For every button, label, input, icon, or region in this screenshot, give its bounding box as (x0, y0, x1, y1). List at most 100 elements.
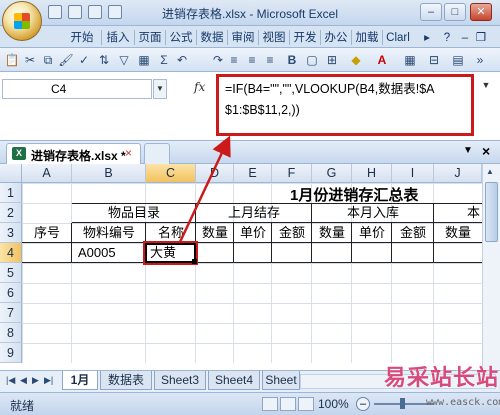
column-header-i[interactable]: I (392, 164, 434, 183)
page-setup-icon[interactable]: ▤ (450, 52, 466, 68)
tab-developer[interactable]: 开发 (290, 29, 320, 47)
tab-data[interactable]: 数据 (197, 29, 227, 47)
header-price-1[interactable]: 单价 (234, 223, 272, 243)
close-workbook-icon[interactable]: × (125, 146, 132, 160)
fill-color-icon[interactable]: ◆ (348, 52, 364, 68)
sheet-title[interactable]: 1月份进销存汇总表 (290, 184, 418, 205)
page-layout-view-icon[interactable] (280, 397, 296, 411)
prev-sheet-icon[interactable]: ◀ (20, 375, 27, 386)
save-icon[interactable] (68, 5, 82, 19)
last-sheet-icon[interactable]: ▶| (44, 375, 53, 386)
column-header-e[interactable]: E (234, 164, 272, 183)
tab-office[interactable]: 办公 (321, 29, 351, 47)
column-header-c[interactable]: C (146, 164, 196, 183)
sum-icon[interactable]: Σ (156, 52, 172, 68)
tab-scroll-icon[interactable]: ▸ (420, 29, 434, 47)
vertical-scroll-thumb[interactable] (485, 182, 498, 242)
undo-icon[interactable] (88, 5, 102, 19)
column-header-g[interactable]: G (312, 164, 352, 183)
column-header-f[interactable]: F (272, 164, 312, 183)
sheet-tab-data[interactable]: 数据表 (100, 371, 152, 390)
cell-b4[interactable]: A0005 (76, 243, 146, 263)
name-box-dropdown-icon[interactable]: ▼ (153, 79, 167, 99)
help-icon[interactable]: ? (440, 29, 454, 47)
row-header-8[interactable]: 8 (0, 323, 22, 343)
more-icon[interactable]: » (472, 52, 488, 68)
border-icon[interactable]: ▢ (304, 52, 320, 68)
row-header-5[interactable]: 5 (0, 263, 22, 283)
column-header-d[interactable]: D (196, 164, 234, 183)
fx-icon[interactable]: fx (194, 80, 205, 94)
zoom-out-icon[interactable]: – (356, 397, 370, 411)
tab-formulas[interactable]: 公式 (166, 29, 196, 47)
redo-toolbar-icon[interactable]: ↷ (210, 52, 226, 68)
row-header-4[interactable]: 4 (0, 243, 22, 263)
zoom-slider-thumb[interactable] (400, 398, 405, 409)
sheet-tab-partial[interactable]: Sheet (262, 371, 300, 390)
header-amount-2[interactable]: 金额 (392, 223, 434, 243)
header-name[interactable]: 名称 (146, 223, 196, 243)
row-header-9[interactable]: 9 (0, 343, 22, 363)
row-header-3[interactable]: 3 (0, 223, 22, 243)
format-painter-icon[interactable]: 🖌 (58, 52, 74, 68)
next-sheet-icon[interactable]: ▶ (32, 375, 39, 386)
workbook-tab[interactable]: X 进销存表格.xlsx * × (6, 143, 141, 164)
tab-page-layout[interactable]: 页面 (135, 29, 165, 47)
column-header-j[interactable]: J (434, 164, 482, 183)
tab-home[interactable]: 开始 (64, 29, 100, 47)
copy-icon[interactable]: ⧉ (40, 52, 56, 68)
page-break-view-icon[interactable] (298, 397, 314, 411)
minimize-button[interactable]: – (420, 3, 442, 21)
spellcheck-icon[interactable]: ✓ (76, 52, 92, 68)
scroll-up-icon[interactable]: ▲ (486, 167, 494, 176)
selected-cell-c4[interactable] (145, 243, 196, 263)
office-button[interactable] (2, 1, 42, 41)
header-seq[interactable]: 序号 (22, 223, 72, 243)
header-amount-1[interactable]: 金额 (272, 223, 312, 243)
row-header-6[interactable]: 6 (0, 283, 22, 303)
group-header-inbound[interactable]: 本月入库 (312, 203, 434, 223)
font-color-icon[interactable]: A (374, 52, 390, 68)
header-qty-2[interactable]: 数量 (312, 223, 352, 243)
tab-addins[interactable]: 加载 (352, 29, 382, 47)
column-header-a[interactable]: A (22, 164, 72, 183)
group-header-partial[interactable]: 本 (434, 203, 482, 223)
formula-expand-icon[interactable]: ▼ (478, 80, 494, 96)
excel-app-icon[interactable] (48, 5, 62, 19)
dropdown-icon[interactable]: ▼ (463, 145, 473, 156)
sheet-tab-sheet4[interactable]: Sheet4 (208, 371, 260, 390)
tab-insert[interactable]: 插入 (102, 29, 134, 47)
sheet-tab-january[interactable]: 1月 (62, 371, 98, 390)
header-material-code[interactable]: 物料编号 (72, 223, 146, 243)
column-header-b[interactable]: B (72, 164, 146, 183)
undo-toolbar-icon[interactable]: ↶ (174, 52, 190, 68)
align-left-icon[interactable]: ≡ (226, 52, 242, 68)
restore-icon[interactable]: ❐ (474, 29, 488, 47)
chart-icon[interactable]: ▦ (136, 52, 152, 68)
select-all-corner[interactable] (0, 164, 22, 183)
column-header-h[interactable]: H (352, 164, 392, 183)
name-box[interactable]: C4 (2, 79, 152, 99)
filter-icon[interactable]: ▽ (116, 52, 132, 68)
close-window-icon[interactable]: × (482, 143, 490, 159)
new-workbook-tab[interactable] (144, 143, 170, 164)
header-price-2[interactable]: 单价 (352, 223, 392, 243)
group-header-last-month[interactable]: 上月结存 (196, 203, 312, 223)
normal-view-icon[interactable] (262, 397, 278, 411)
header-qty-3[interactable]: 数量 (434, 223, 482, 243)
header-qty-1[interactable]: 数量 (196, 223, 234, 243)
group-header-catalog[interactable]: 物品目录 (72, 203, 196, 223)
vertical-scrollbar[interactable]: ▲ (482, 164, 500, 370)
maximize-button[interactable]: □ (444, 3, 466, 21)
sort-icon[interactable]: ⇅ (96, 52, 112, 68)
close-button[interactable]: ✕ (470, 3, 492, 21)
insert-cells-icon[interactable]: ⊟ (426, 52, 442, 68)
merge-icon[interactable]: ⊞ (324, 52, 340, 68)
first-sheet-icon[interactable]: |◀ (6, 375, 15, 386)
row-header-2[interactable]: 2 (0, 203, 22, 223)
minimize-ribbon-icon[interactable]: – (458, 29, 472, 47)
cut-icon[interactable]: ✂ (22, 52, 38, 68)
tab-clarl[interactable]: Clarl (383, 29, 413, 47)
row-header-1[interactable]: 1 (0, 183, 22, 203)
tab-review[interactable]: 审阅 (228, 29, 258, 47)
